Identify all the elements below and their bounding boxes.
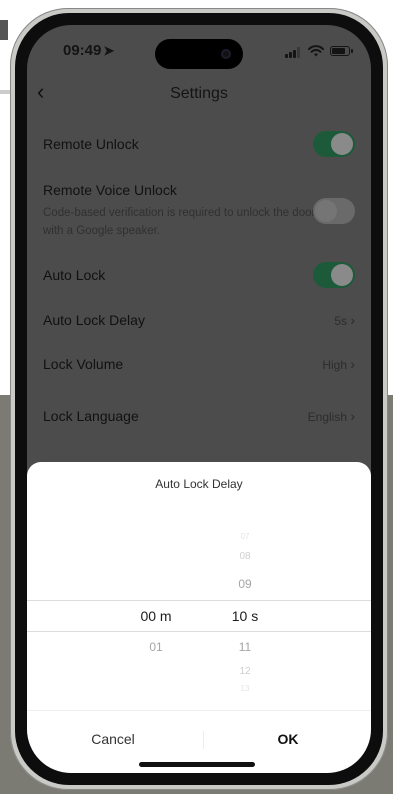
footer-divider — [203, 731, 204, 749]
auto-lock-toggle[interactable] — [313, 262, 355, 288]
minutes-selected[interactable]: 00 m — [126, 608, 186, 624]
page-title: Settings — [170, 85, 228, 102]
status-time: 09:49 ➤ — [63, 42, 115, 59]
chevron-right-icon: › — [350, 312, 355, 328]
ok-button[interactable]: OK — [233, 731, 343, 747]
nav-bar: ‹ Settings — [27, 77, 371, 111]
setting-label: Auto Lock — [43, 267, 106, 283]
time-picker[interactable]: 00 m 01 07 08 09 10 s 11 12 13 — [27, 532, 371, 693]
setting-label: Lock Volume — [43, 356, 124, 372]
home-indicator[interactable] — [139, 762, 255, 767]
setting-remote-unlock[interactable]: Remote Unlock — [43, 131, 355, 162]
cellular-signal-icon — [285, 47, 303, 58]
background-strip — [0, 20, 8, 40]
minutes-option[interactable]: 01 — [126, 640, 186, 654]
seconds-selected[interactable]: 10 s — [215, 608, 275, 624]
seconds-option[interactable]: 11 — [215, 640, 275, 654]
picker-selection-bottom-line — [27, 631, 371, 632]
remote-voice-unlock-toggle[interactable] — [313, 198, 355, 224]
setting-label: Remote Voice Unlock — [43, 182, 177, 198]
chevron-right-icon: › — [350, 408, 355, 424]
chevron-right-icon: › — [350, 356, 355, 372]
setting-lock-volume[interactable]: Lock Volume High › — [43, 356, 355, 376]
setting-lock-language[interactable]: Lock Language English › — [43, 408, 355, 428]
auto-lock-delay-sheet: Auto Lock Delay 00 m 01 07 08 09 10 s 11… — [27, 462, 371, 773]
seconds-option[interactable]: 13 — [215, 684, 275, 693]
setting-remote-voice-unlock[interactable]: Remote Voice Unlock Code-based verificat… — [43, 182, 355, 244]
picker-selection-top-line — [27, 600, 371, 601]
phone-frame: 09:49 ➤ ‹ Settings Remote Unlock Remote … — [10, 8, 388, 790]
phone-bezel: 09:49 ➤ ‹ Settings Remote Unlock Remote … — [15, 13, 383, 785]
setting-label: Remote Unlock — [43, 136, 139, 152]
setting-auto-lock[interactable]: Auto Lock — [43, 262, 355, 293]
setting-description: Code-based verification is required to u… — [43, 207, 316, 237]
setting-label: Auto Lock Delay — [43, 312, 145, 328]
dynamic-island — [155, 39, 243, 69]
seconds-option[interactable]: 09 — [215, 577, 275, 591]
setting-value: 5s — [334, 314, 347, 328]
seconds-option[interactable]: 07 — [215, 532, 275, 541]
camera-icon — [221, 49, 231, 59]
cancel-button[interactable]: Cancel — [57, 731, 169, 747]
remote-unlock-toggle[interactable] — [313, 131, 355, 157]
phone-screen: 09:49 ➤ ‹ Settings Remote Unlock Remote … — [27, 25, 371, 773]
setting-auto-lock-delay[interactable]: Auto Lock Delay 5s › — [43, 312, 355, 332]
setting-value: English — [307, 410, 347, 424]
status-bar: 09:49 ➤ — [27, 25, 371, 75]
battery-icon — [330, 46, 353, 56]
setting-value: High — [322, 358, 347, 372]
setting-label: Lock Language — [43, 408, 139, 424]
seconds-option[interactable]: 12 — [215, 666, 275, 677]
location-arrow-icon: ➤ — [103, 43, 115, 58]
wifi-icon — [308, 45, 324, 57]
sheet-title: Auto Lock Delay — [155, 477, 243, 491]
seconds-option[interactable]: 08 — [215, 551, 275, 562]
